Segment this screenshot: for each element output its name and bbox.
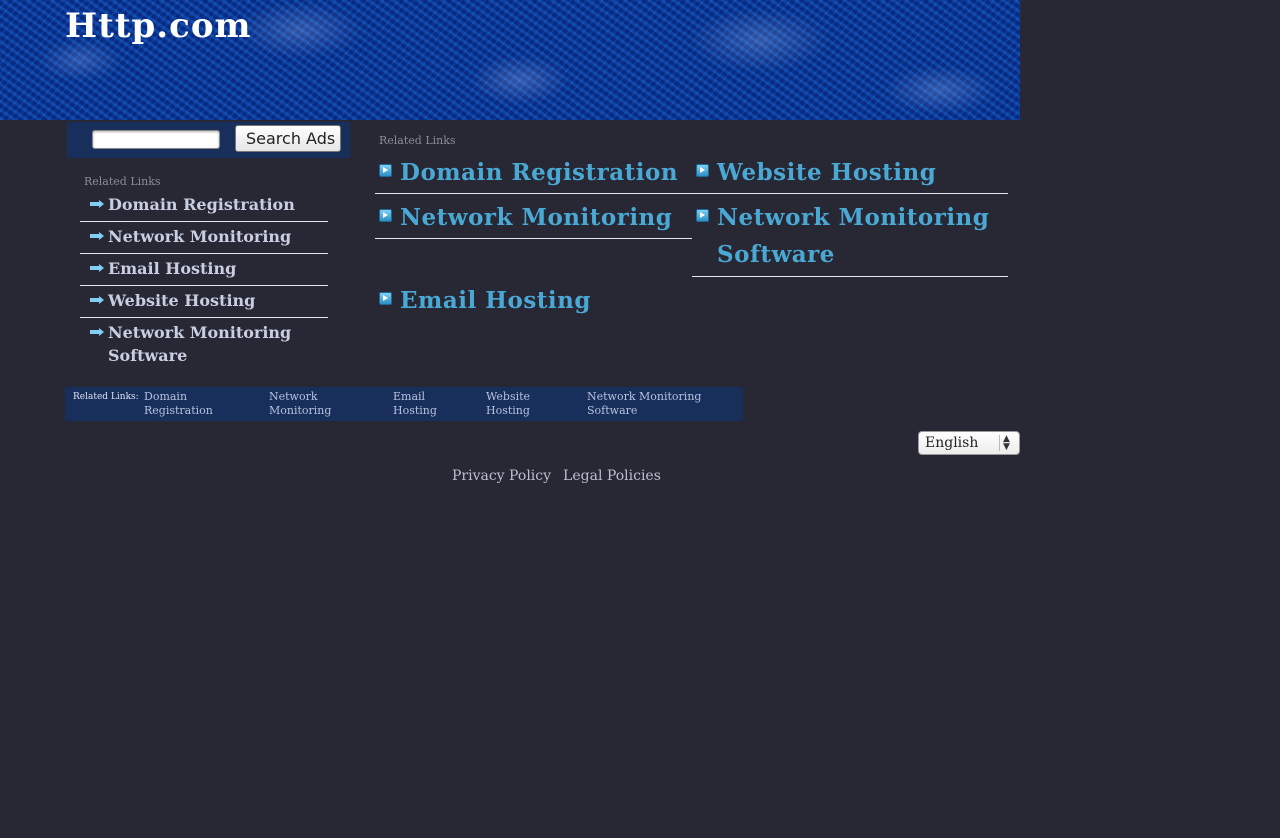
main-link-label: Network Monitoring Software [717, 204, 990, 268]
footer-link-website-hosting[interactable]: Website Hosting [486, 390, 546, 418]
sidebar-item-network-monitoring[interactable]: Network Monitoring [80, 222, 328, 254]
footer-related-label: Related Links: [73, 392, 139, 402]
policy-links: Privacy Policy Legal Policies [452, 468, 661, 484]
sidebar-item-email-hosting[interactable]: Email Hosting [80, 254, 328, 286]
arrow-icon [90, 232, 104, 240]
site-title[interactable]: Http.com [65, 6, 252, 46]
sidebar-heading: Related Links [84, 175, 161, 188]
arrow-bullet-icon [379, 292, 392, 305]
arrow-icon [90, 200, 104, 208]
search-input[interactable] [92, 130, 220, 149]
language-selected-value: English [925, 435, 979, 451]
arrow-icon [90, 264, 104, 272]
privacy-policy-link[interactable]: Privacy Policy [452, 468, 551, 484]
arrow-bullet-icon [379, 164, 392, 177]
main-link-label: Network Monitoring [400, 204, 673, 231]
language-select[interactable]: English ▲ ▼ [918, 431, 1020, 455]
arrow-icon [90, 296, 104, 304]
arrow-bullet-icon [696, 209, 709, 222]
sidebar-item-label: Domain Registration [108, 195, 295, 214]
sidebar-item-domain-registration[interactable]: Domain Registration [80, 190, 328, 222]
main-link-network-monitoring[interactable]: Network Monitoring [375, 195, 692, 239]
main-link-website-hosting[interactable]: Website Hosting [692, 150, 1008, 194]
sidebar-item-website-hosting[interactable]: Website Hosting [80, 286, 328, 318]
main-link-label: Email Hosting [400, 287, 591, 314]
chevron-up-down-icon: ▲ ▼ [1003, 434, 1010, 452]
legal-policies-link[interactable]: Legal Policies [563, 468, 661, 484]
main-link-label: Website Hosting [717, 159, 937, 186]
sidebar-item-label: Network Monitoring [108, 227, 292, 246]
select-divider [999, 435, 1000, 451]
sidebar-item-label: Website Hosting [108, 291, 256, 310]
arrow-bullet-icon [379, 209, 392, 222]
search-ads-button[interactable]: Search Ads [235, 125, 341, 152]
search-bar: Search Ads [67, 122, 350, 158]
sidebar-item-network-monitoring-software[interactable]: Network Monitoring Software [80, 318, 328, 372]
main-heading: Related Links [379, 134, 456, 147]
sidebar-related-links: Related Links Domain Registration Networ… [80, 174, 328, 372]
header-banner: Http.com [0, 0, 1020, 120]
footer-related-links-bar: Related Links: Domain Registration Netwo… [65, 387, 743, 421]
main-link-domain-registration[interactable]: Domain Registration [375, 150, 692, 194]
footer-link-domain-registration[interactable]: Domain Registration [144, 390, 234, 418]
footer-link-network-monitoring-software[interactable]: Network Monitoring Software [587, 390, 737, 418]
main-link-network-monitoring-software[interactable]: Network Monitoring Software [692, 195, 1008, 277]
footer-link-email-hosting[interactable]: Email Hosting [393, 390, 453, 418]
arrow-bullet-icon [696, 164, 709, 177]
main-link-email-hosting[interactable]: Email Hosting [375, 278, 692, 322]
arrow-icon [90, 328, 104, 336]
footer-link-network-monitoring[interactable]: Network Monitoring [269, 390, 349, 418]
main-link-label: Domain Registration [400, 159, 679, 186]
sidebar-item-label: Network Monitoring Software [108, 323, 292, 365]
sidebar-item-label: Email Hosting [108, 259, 237, 278]
